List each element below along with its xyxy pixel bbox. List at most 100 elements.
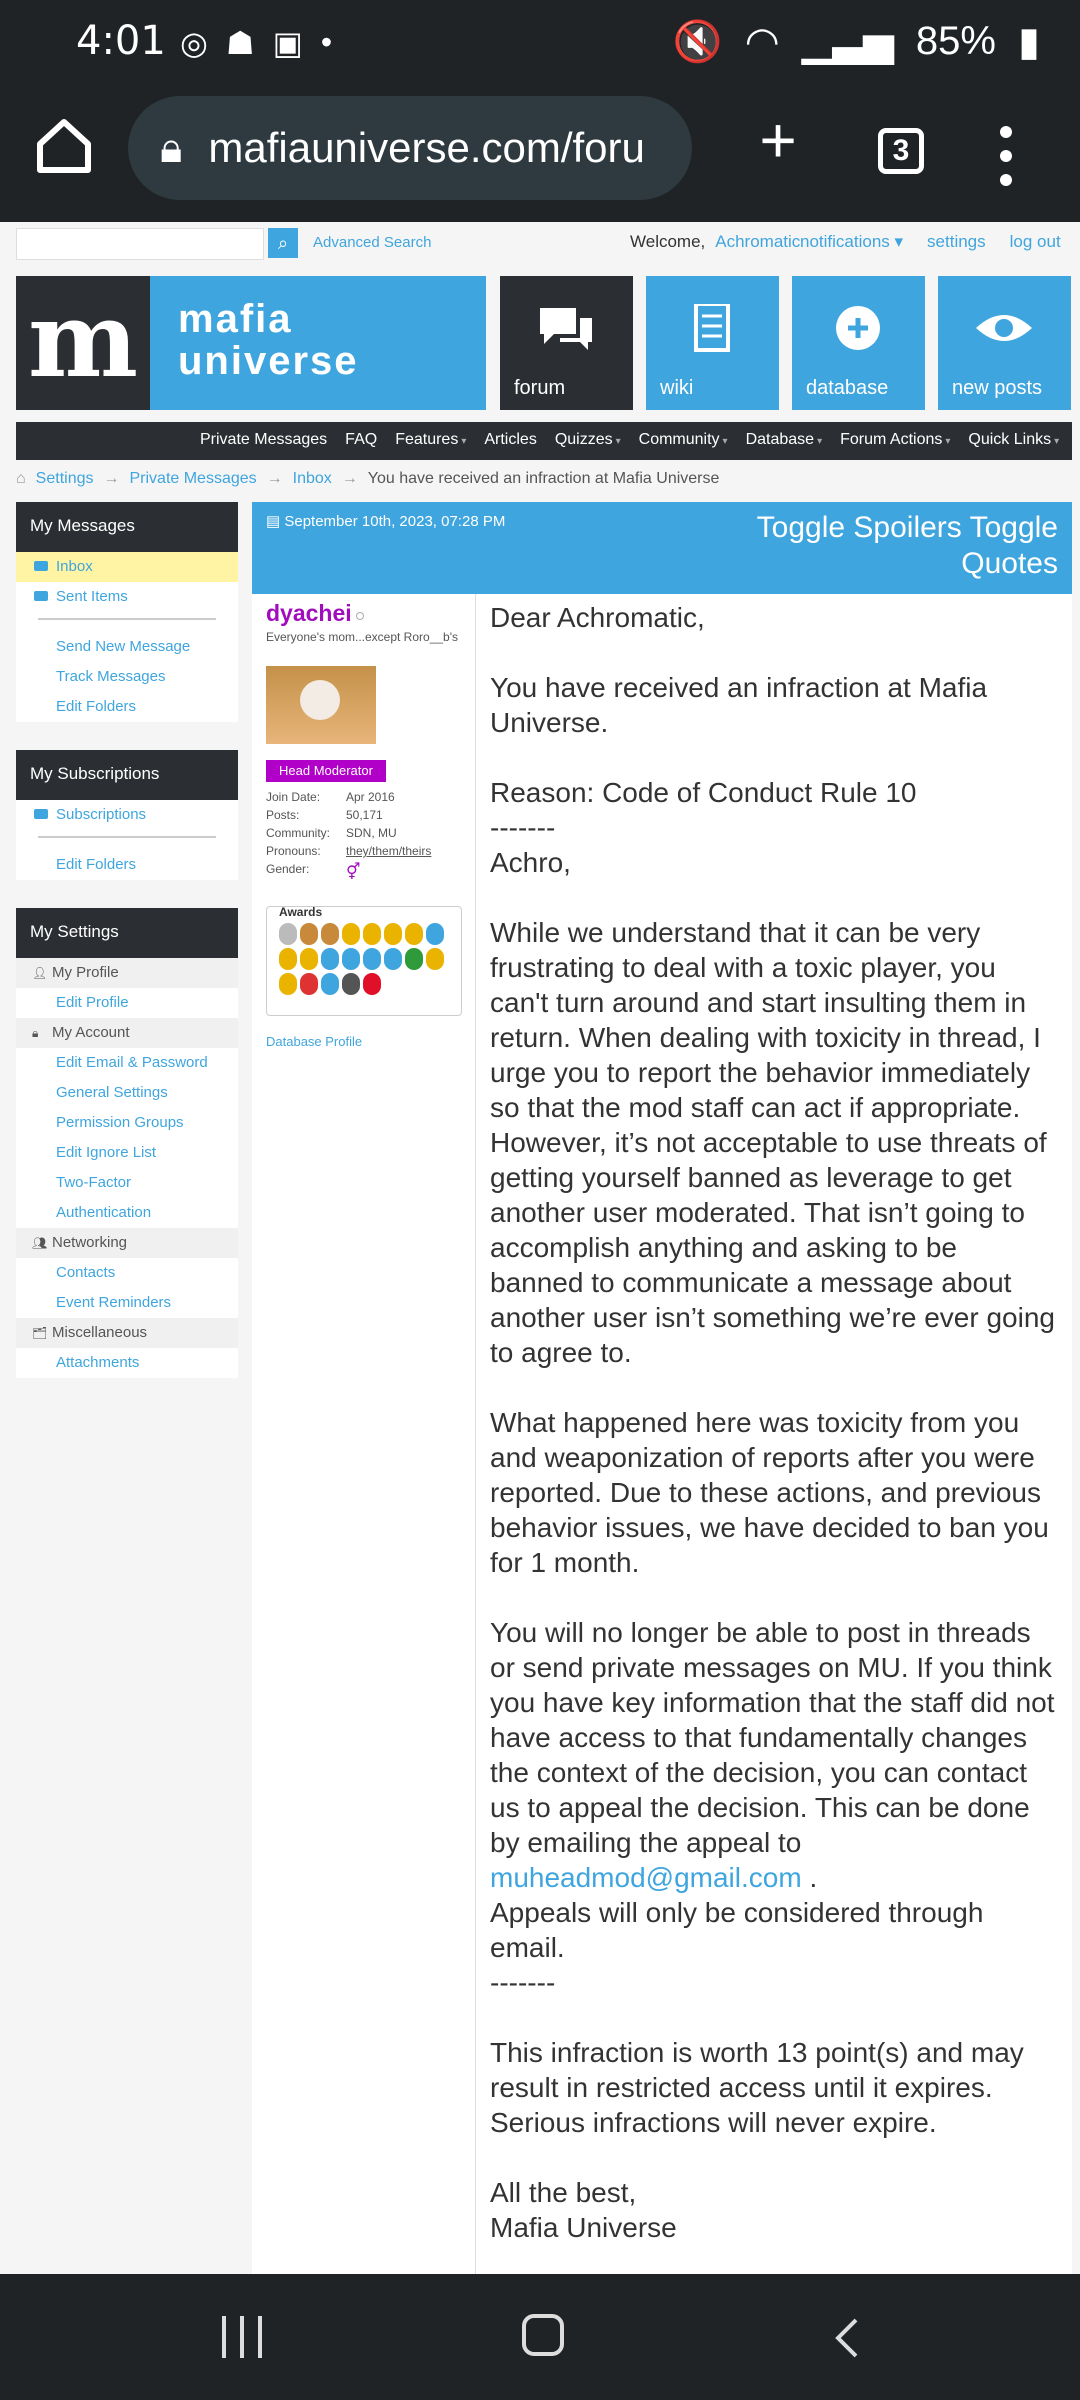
award-icon[interactable]: [384, 923, 402, 945]
toggle-spoilers-quotes[interactable]: Toggle Spoilers Toggle Quotes: [698, 510, 1058, 582]
award-icon[interactable]: [426, 923, 444, 945]
arrow-right-icon: →: [103, 470, 120, 487]
user-icon: 👤︎: [32, 966, 48, 980]
welcome-label: Welcome,: [630, 232, 706, 251]
sidebar-item-send-new[interactable]: Send New Message: [16, 632, 238, 662]
community: SDN, MU: [346, 826, 397, 840]
user-title: Everyone's mom...except Roro__b's: [266, 630, 458, 644]
wifi-icon: ◠: [744, 19, 780, 64]
home-small-icon[interactable]: ⌂: [16, 470, 26, 488]
award-icon[interactable]: [279, 973, 297, 995]
sidebar-item-edit-folders[interactable]: Edit Folders: [16, 692, 238, 722]
award-icon[interactable]: [405, 923, 423, 945]
sidebar-item-contacts[interactable]: Contacts: [16, 1258, 238, 1288]
url-bar[interactable]: 🔒︎ mafiauniverse.com/foru: [128, 96, 692, 200]
awards-label: Awards: [279, 905, 323, 919]
sidebar-item-ignore[interactable]: Edit Ignore List: [16, 1138, 238, 1168]
message-paragraph: Reason: Code of Conduct Rule 10 ------- …: [490, 777, 917, 878]
award-icon[interactable]: [405, 948, 423, 970]
tile-forum[interactable]: forum: [500, 276, 633, 410]
database-profile-link[interactable]: Database Profile: [266, 1034, 362, 1049]
sidebar-item-edit-email[interactable]: Edit Email & Password: [16, 1048, 238, 1078]
my-settings-title: My Settings: [16, 908, 238, 958]
nav-faq[interactable]: FAQ: [345, 431, 377, 449]
sidebar-item-edit-profile[interactable]: Edit Profile: [16, 988, 238, 1018]
logout-link[interactable]: log out: [1010, 232, 1061, 252]
battery-icon: ▮: [1017, 19, 1040, 64]
award-icon[interactable]: [300, 948, 318, 970]
username-link[interactable]: Achromatic: [715, 232, 800, 252]
tab-switcher-button[interactable]: 3: [878, 128, 924, 174]
notification-icons: ◎ ☗ ▣ •: [180, 24, 332, 62]
settings-link[interactable]: settings: [927, 232, 986, 252]
sidebar-item-sub-edit-folders[interactable]: Edit Folders: [16, 850, 238, 880]
mute-icon: 🔇: [672, 20, 723, 64]
sidebar-item-permission[interactable]: Permission Groups: [16, 1108, 238, 1138]
tile-wiki[interactable]: wiki: [646, 276, 779, 410]
nav-forum-actions[interactable]: Forum Actions ▾: [840, 431, 950, 449]
users-icon: 👥︎: [32, 1236, 48, 1250]
award-icon[interactable]: [279, 948, 297, 970]
notifications-link[interactable]: notifications ▾: [800, 232, 903, 252]
email-link[interactable]: muheadmod@gmail.com: [490, 1862, 802, 1893]
my-messages-title: My Messages: [16, 502, 238, 552]
sidebar-item-two-factor[interactable]: Two-Factor: [16, 1168, 238, 1198]
award-icon[interactable]: [426, 948, 444, 970]
award-icon[interactable]: [342, 923, 360, 945]
back-icon[interactable]: [832, 2316, 862, 2360]
breadcrumb-current: You have received an infraction at Mafia…: [367, 470, 720, 487]
home-icon[interactable]: [34, 116, 94, 176]
advanced-search-link[interactable]: Advanced Search: [313, 234, 431, 251]
award-icon[interactable]: [363, 948, 381, 970]
my-settings-box: My Settings 👤︎ My Profile Edit Profile 🔒︎…: [16, 908, 238, 1378]
award-icon[interactable]: [321, 923, 339, 945]
sidebar-item-track[interactable]: Track Messages: [16, 662, 238, 692]
arrow-right-icon: →: [341, 470, 358, 487]
breadcrumb-settings[interactable]: Settings: [36, 470, 94, 488]
sidebar-item-general[interactable]: General Settings: [16, 1078, 238, 1108]
award-icon[interactable]: [342, 948, 360, 970]
award-icon[interactable]: [279, 923, 297, 945]
nav-community[interactable]: Community ▾: [639, 431, 728, 449]
sidebar-item-subscriptions[interactable]: Subscriptions: [16, 800, 238, 830]
avatar[interactable]: [266, 666, 376, 744]
browser-menu-icon[interactable]: [996, 126, 1016, 186]
breadcrumb-inbox[interactable]: Inbox: [293, 470, 332, 488]
award-icon[interactable]: [342, 973, 360, 995]
arrow-right-icon: →: [266, 470, 283, 487]
url-text: mafiauniverse.com/foru: [208, 124, 645, 171]
my-profile-header: 👤︎ My Profile: [16, 958, 238, 988]
nav-quick-links[interactable]: Quick Links ▾: [968, 431, 1059, 449]
award-icon[interactable]: [321, 948, 339, 970]
nav-quizzes[interactable]: Quizzes ▾: [555, 431, 621, 449]
sidebar-item-inbox[interactable]: Inbox: [16, 552, 238, 582]
award-icon[interactable]: [321, 973, 339, 995]
breadcrumb-private-messages[interactable]: Private Messages: [129, 470, 256, 488]
award-icon[interactable]: [384, 948, 402, 970]
tile-database[interactable]: database: [792, 276, 925, 410]
nav-private-messages[interactable]: Private Messages: [200, 431, 327, 449]
heart-icon[interactable]: [363, 973, 381, 995]
site-logo[interactable]: m mafia universe: [16, 276, 486, 410]
tile-new-posts[interactable]: new posts: [938, 276, 1071, 410]
search-input[interactable]: [16, 228, 264, 260]
nav-articles[interactable]: Articles: [484, 431, 536, 449]
join-date: Apr 2016: [346, 790, 395, 804]
home-button-icon[interactable]: [522, 2314, 564, 2356]
message-paragraph: You will no longer be able to post in th…: [490, 1617, 1063, 1998]
award-icon[interactable]: [363, 923, 381, 945]
new-tab-button[interactable]: +: [750, 108, 806, 172]
nav-database[interactable]: Database ▾: [746, 431, 823, 449]
award-icon[interactable]: [300, 923, 318, 945]
nav-features[interactable]: Features ▾: [395, 431, 466, 449]
sidebar-item-authentication[interactable]: Authentication: [16, 1198, 238, 1228]
sidebar-item-event-reminders[interactable]: Event Reminders: [16, 1288, 238, 1318]
sidebar-item-attachments[interactable]: Attachments: [16, 1348, 238, 1378]
recent-apps-icon[interactable]: [222, 2316, 262, 2358]
award-icon[interactable]: [300, 973, 318, 995]
top-links: notifications ▾ settings log out: [800, 232, 1061, 252]
post-author[interactable]: dyachei: [266, 600, 352, 627]
search-icon[interactable]: ⌕: [268, 228, 298, 258]
logo-text: mafia universe: [178, 297, 359, 383]
sidebar-item-sent[interactable]: Sent Items: [16, 582, 238, 612]
